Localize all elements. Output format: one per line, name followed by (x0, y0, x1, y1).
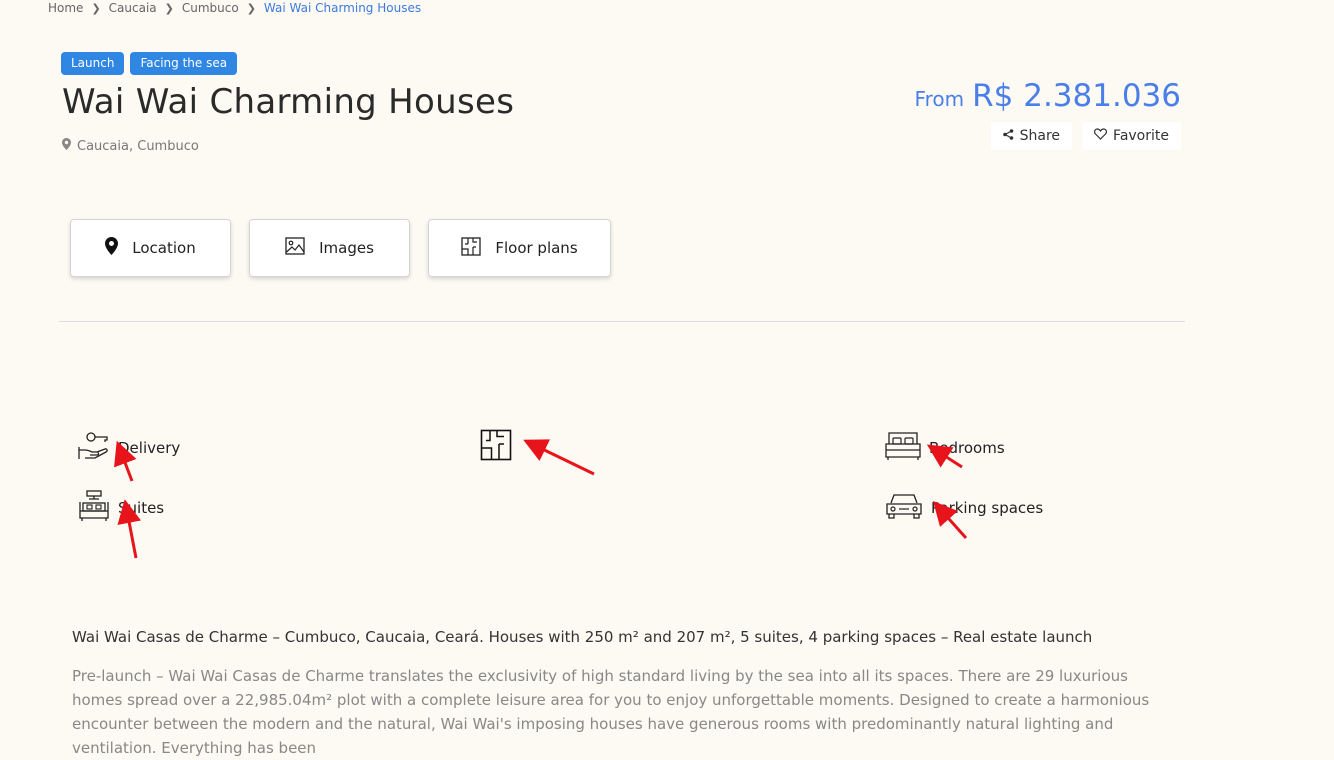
feature-parking: Parking spaces (885, 492, 1043, 524)
breadcrumb-caucaia[interactable]: Caucaia (109, 1, 157, 15)
suite-bed-icon (78, 490, 110, 526)
tab-floor-plans[interactable]: Floor plans (428, 219, 611, 277)
annotation-arrow-area (523, 439, 595, 476)
hand-key-icon (78, 432, 110, 464)
action-bar: Share Favorite (990, 122, 1181, 150)
feature-parking-label: Parking spaces (931, 499, 1044, 517)
breadcrumb-cumbuco[interactable]: Cumbuco (182, 1, 239, 15)
share-button[interactable]: Share (990, 122, 1073, 150)
section-divider (59, 321, 1185, 322)
page-title: Wai Wai Charming Houses (62, 82, 515, 122)
image-icon (285, 237, 305, 259)
description-lead: Wai Wai Casas de Charme – Cumbuco, Cauca… (72, 628, 1093, 646)
favorite-label: Favorite (1113, 128, 1169, 144)
share-icon (1002, 128, 1014, 144)
breadcrumb-home[interactable]: Home (48, 1, 83, 15)
favorite-button[interactable]: Favorite (1082, 122, 1181, 150)
tag-list: Launch Facing the sea (61, 52, 238, 75)
tag-launch[interactable]: Launch (61, 52, 125, 75)
tab-images-label: Images (319, 239, 374, 257)
chevron-right-icon: ❯ (164, 1, 174, 15)
feature-delivery: Delivery (78, 432, 180, 464)
chevron-right-icon: ❯ (246, 1, 256, 15)
breadcrumb-current: Wai Wai Charming Houses (263, 1, 422, 15)
price-value: R$ 2.381.036 (972, 78, 1181, 114)
feature-bedrooms: Bedrooms (885, 431, 1005, 465)
feature-area (480, 429, 512, 465)
feature-suites-label: Suites (118, 499, 165, 517)
chevron-right-icon: ❯ (91, 1, 101, 15)
feature-suites: Suites (78, 490, 164, 526)
property-location-text: Caucaia, Cumbuco (77, 138, 199, 154)
tag-facing-the-sea[interactable]: Facing the sea (130, 52, 238, 75)
price-prefix: From (914, 87, 965, 111)
feature-bedrooms-label: Bedrooms (929, 439, 1005, 457)
tab-location-label: Location (132, 239, 196, 257)
tab-images[interactable]: Images (249, 219, 410, 277)
breadcrumb: Home ❯ Caucaia ❯ Cumbuco ❯ Wai Wai Charm… (48, 1, 421, 15)
map-pin-icon (105, 237, 119, 259)
car-icon (885, 492, 923, 524)
map-pin-icon (62, 138, 71, 154)
property-location: Caucaia, Cumbuco (62, 138, 199, 154)
floor-plan-icon (461, 236, 481, 260)
feature-delivery-label: Delivery (118, 439, 181, 457)
floor-plan-icon (480, 429, 512, 465)
tab-floor-plans-label: Floor plans (495, 239, 578, 257)
bed-icon (885, 431, 921, 465)
heart-icon (1094, 128, 1108, 144)
description-body: Pre-launch – Wai Wai Casas de Charme tra… (72, 667, 1150, 757)
tab-location[interactable]: Location (70, 219, 231, 277)
share-label: Share (1019, 128, 1061, 144)
price-block: From R$ 2.381.036 (915, 78, 1181, 114)
media-tabs: Location Images Floor plans (70, 219, 611, 277)
